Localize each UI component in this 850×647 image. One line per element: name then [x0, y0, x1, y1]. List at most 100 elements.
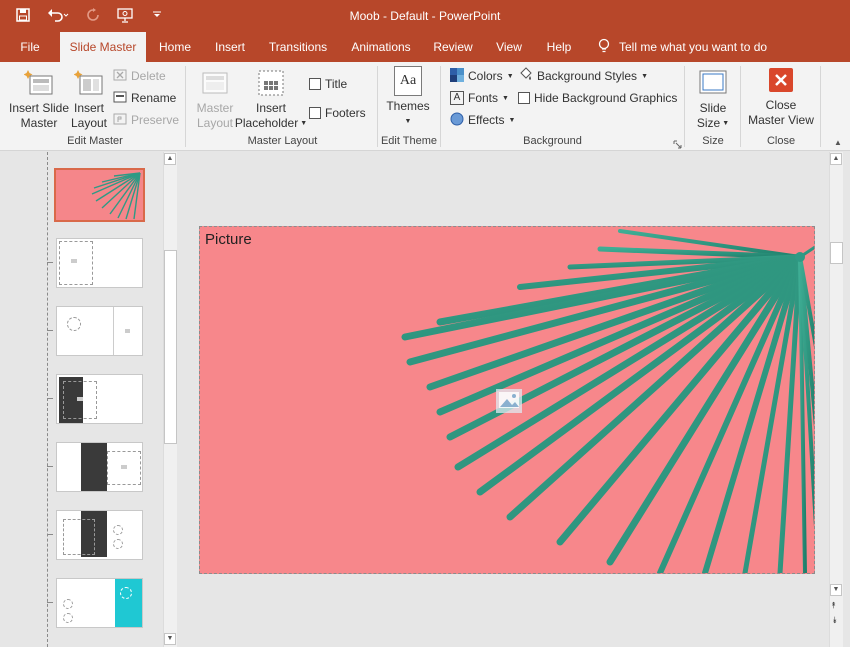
tab-slide-master[interactable]: Slide Master [60, 32, 146, 62]
insert-placeholder-label-2: Placeholder [234, 116, 299, 130]
scroll-thumb[interactable] [164, 250, 177, 444]
tab-home[interactable]: Home [153, 32, 197, 62]
layout-thumbnail[interactable] [56, 238, 143, 288]
slide-master-thumbnail[interactable] [54, 168, 145, 222]
dropdown-arrow-icon: ▼ [508, 116, 516, 124]
slide-master-picture-placeholder[interactable]: Picture [199, 226, 815, 574]
themes-button[interactable]: Aa Themes ▼ [384, 66, 432, 129]
master-layout-group-label: Master Layout [247, 135, 318, 147]
tab-animations[interactable]: Animations [346, 32, 416, 62]
insert-slide-master-label-1: Insert Slide [8, 101, 70, 115]
layout-tick [47, 466, 53, 467]
background-group-label: Background [523, 135, 582, 147]
title-checkbox[interactable]: Title [309, 75, 347, 93]
scroll-down-icon[interactable]: ▼ [164, 633, 176, 645]
slide-size-icon [698, 68, 728, 98]
group-separator [820, 66, 821, 147]
layout-thumbnail[interactable] [56, 374, 143, 424]
colors-button[interactable]: Colors ▼ [450, 67, 514, 85]
insert-slide-master-icon [23, 68, 54, 98]
group-separator [440, 66, 441, 147]
title-checkbox-box[interactable] [309, 78, 321, 90]
palm-leaf-mini-image [91, 172, 141, 220]
preserve-icon [113, 112, 127, 129]
slide-editing-canvas[interactable]: Picture [182, 152, 826, 647]
edit-master-group-label: Edit Master [67, 135, 123, 147]
layout-tick [47, 534, 53, 535]
tab-insert[interactable]: Insert [209, 32, 251, 62]
slide-size-label-1: Slide [699, 101, 727, 115]
background-styles-button[interactable]: Background Styles ▼ [518, 67, 648, 85]
layout-thumbnail[interactable] [56, 306, 143, 356]
rename-button[interactable]: Rename [113, 89, 176, 107]
hide-background-graphics-box[interactable] [518, 92, 530, 104]
fonts-button[interactable]: A Fonts ▼ [450, 89, 509, 107]
lightbulb-icon [598, 38, 610, 57]
hide-background-graphics-label: Hide Background Graphics [534, 91, 678, 105]
master-layout-label-2: Layout [196, 116, 234, 130]
background-dialog-launcher-icon[interactable] [673, 138, 682, 152]
master-layout-label-1: Master [196, 101, 234, 115]
group-separator [377, 66, 378, 147]
scroll-up-icon[interactable]: ▲ [164, 153, 176, 165]
layout-thumbnail[interactable] [56, 510, 143, 560]
delete-button[interactable]: Delete [113, 67, 166, 85]
delete-icon [113, 68, 127, 85]
close-master-view-label-2: Master View [748, 113, 814, 127]
slide-size-button[interactable]: Slide Size ▼ [693, 68, 733, 131]
colors-icon [450, 67, 464, 85]
themes-label: Themes [386, 99, 430, 113]
close-group-label: Close [766, 135, 796, 147]
window-title: Moob - Default - PowerPoint [349, 9, 501, 23]
ribbon: Insert Slide Master Insert Layout Delete… [0, 62, 850, 151]
close-icon [769, 68, 793, 92]
next-slide-icon[interactable]: ⯯ [832, 616, 837, 625]
tab-review[interactable]: Review [430, 32, 476, 62]
insert-layout-button[interactable]: Insert Layout [70, 68, 108, 131]
scroll-thumb[interactable] [830, 242, 843, 264]
edit-theme-group-label: Edit Theme [380, 135, 438, 147]
effects-button[interactable]: Effects ▼ [450, 111, 515, 129]
size-group-label: Size [702, 135, 724, 147]
footers-checkbox-box[interactable] [309, 107, 321, 119]
background-styles-label: Background Styles [537, 69, 638, 83]
close-master-view-button[interactable]: Close Master View [746, 68, 816, 128]
collapse-ribbon-icon[interactable]: ▲ [834, 138, 842, 147]
footers-checkbox[interactable]: Footers [309, 104, 366, 122]
group-separator [740, 66, 741, 147]
rename-icon [113, 90, 127, 107]
themes-dropdown-icon: ▼ [404, 118, 412, 125]
hide-background-graphics-checkbox[interactable]: Hide Background Graphics [518, 89, 677, 107]
insert-layout-label-1: Insert [73, 101, 104, 115]
insert-slide-master-button[interactable]: Insert Slide Master [8, 68, 70, 131]
dropdown-arrow-icon: ▼ [641, 72, 648, 80]
scroll-up-icon[interactable]: ▲ [830, 153, 842, 165]
tell-me-search[interactable]: Tell me what you want to do [598, 32, 767, 62]
layout-thumbnail[interactable] [56, 578, 143, 628]
layout-thumbnail[interactable] [56, 442, 143, 492]
scroll-down-icon[interactable]: ▼ [830, 584, 842, 596]
insert-picture-icon[interactable] [496, 389, 522, 413]
layout-tick [47, 602, 53, 603]
tab-help[interactable]: Help [541, 32, 577, 62]
close-master-view-label-1: Close [765, 98, 797, 112]
layout-connector-line [47, 152, 48, 647]
group-separator [684, 66, 685, 147]
tab-transitions[interactable]: Transitions [264, 32, 332, 62]
colors-label: Colors [468, 69, 503, 83]
insert-placeholder-label-row: Placeholder ▼ [234, 116, 307, 131]
insert-slide-master-label-2: Master [20, 116, 58, 130]
preserve-button[interactable]: Preserve [113, 111, 179, 129]
previous-slide-icon[interactable]: ⯭ [831, 601, 836, 610]
rename-label: Rename [131, 91, 177, 105]
thumbnail-pane[interactable]: ▲ ▼ [0, 152, 181, 647]
dropdown-arrow-icon: ▼ [502, 94, 509, 102]
tab-view[interactable]: View [491, 32, 527, 62]
tab-file[interactable]: File [10, 32, 50, 62]
insert-placeholder-button[interactable]: Insert Placeholder ▼ [234, 68, 307, 131]
canvas-scrollbar[interactable]: ▲ ▼ ⯭ ⯯ [829, 152, 843, 647]
master-layout-button[interactable]: Master Layout [193, 68, 237, 131]
insert-placeholder-icon [256, 68, 286, 98]
themes-icon: Aa [394, 66, 422, 96]
thumbnail-scrollbar[interactable]: ▲ ▼ [163, 152, 177, 647]
